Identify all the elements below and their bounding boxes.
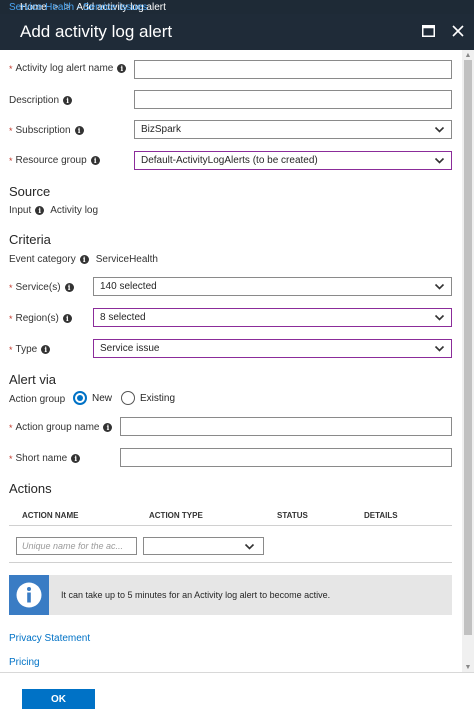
source-heading: Source — [9, 184, 51, 199]
breadcrumb: Home > Service Health - Service issues >… — [0, 0, 474, 14]
short-name-label: * Short name i — [9, 453, 81, 464]
required-asterisk: * — [9, 282, 13, 293]
subscription-label: * Subscription i — [9, 125, 84, 136]
resource-group-value: Default-ActivityLogAlerts (to be created… — [141, 155, 318, 166]
required-asterisk: * — [9, 422, 13, 433]
radio-existing[interactable]: Existing — [121, 391, 175, 405]
close-icon[interactable] — [450, 22, 466, 40]
alert-name-input[interactable] — [134, 60, 452, 79]
ok-button[interactable]: OK — [22, 689, 95, 709]
info-banner-icon-container — [9, 575, 49, 615]
privacy-statement-link[interactable]: Privacy Statement — [9, 633, 90, 644]
required-asterisk: * — [9, 313, 13, 324]
maximize-icon[interactable] — [420, 22, 436, 40]
input-value: Activity log — [50, 205, 99, 216]
radio-existing-indicator[interactable] — [121, 391, 135, 405]
divider — [9, 562, 452, 563]
info-banner: It can take up to 5 minutes for an Activ… — [9, 575, 452, 615]
action-group-name-label: * Action group name i — [9, 422, 113, 433]
action-name-input[interactable]: Unique name for the ac... — [16, 537, 137, 555]
scroll-up-icon[interactable]: ▲ — [462, 50, 474, 60]
event-category-label: Event category — [9, 254, 76, 265]
column-action-name: ACTION NAME — [22, 511, 79, 520]
chevron-down-icon — [434, 157, 445, 164]
type-label: * Type i — [9, 344, 51, 355]
subscription-select[interactable]: BizSpark — [134, 120, 452, 139]
alert-via-heading: Alert via — [9, 372, 56, 387]
required-asterisk: * — [9, 125, 13, 136]
regions-label: * Region(s) i — [9, 313, 72, 324]
description-label: Description i — [9, 95, 73, 106]
services-select[interactable]: 140 selected — [93, 277, 452, 296]
alert-name-label: * Activity log alert name i — [9, 63, 127, 74]
vertical-scrollbar[interactable]: ▲ ▼ — [462, 50, 474, 672]
scroll-down-icon[interactable]: ▼ — [462, 662, 474, 672]
required-asterisk: * — [9, 453, 13, 464]
info-banner-text: It can take up to 5 minutes for an Activ… — [61, 590, 331, 600]
column-action-type: ACTION TYPE — [149, 511, 203, 520]
chevron-down-icon — [244, 543, 255, 550]
info-icon[interactable]: i — [41, 345, 51, 354]
regions-select[interactable]: 8 selected — [93, 308, 452, 327]
info-icon[interactable]: i — [90, 156, 100, 165]
info-icon[interactable]: i — [35, 206, 45, 215]
page-title: Add activity log alert — [20, 22, 173, 41]
chevron-down-icon — [434, 314, 445, 321]
regions-value: 8 selected — [100, 312, 146, 323]
required-asterisk: * — [9, 344, 13, 355]
column-status: STATUS — [277, 511, 308, 520]
actions-table-header: ACTION NAME ACTION TYPE STATUS DETAILS — [9, 508, 452, 526]
required-asterisk: * — [9, 63, 13, 74]
info-icon[interactable]: i — [71, 454, 81, 463]
chevron-down-icon — [434, 345, 445, 352]
scroll-thumb[interactable] — [464, 60, 472, 635]
type-select[interactable]: Service issue — [93, 339, 452, 358]
chevron-down-icon — [434, 126, 445, 133]
services-label: * Service(s) i — [9, 282, 74, 293]
resource-group-select[interactable]: Default-ActivityLogAlerts (to be created… — [134, 151, 452, 170]
info-circle-icon — [16, 582, 42, 608]
info-icon[interactable]: i — [79, 255, 89, 264]
services-value: 140 selected — [100, 281, 157, 292]
required-asterisk: * — [9, 155, 13, 166]
actions-heading: Actions — [9, 481, 52, 496]
radio-new-label: New — [92, 392, 113, 404]
input-label: Input — [9, 205, 32, 216]
breadcrumb-service-health[interactable]: Service Health - Service issues — [9, 2, 147, 13]
chevron-down-icon — [434, 283, 445, 290]
radio-new[interactable]: New — [73, 391, 112, 405]
action-group-name-input[interactable] — [120, 417, 452, 436]
info-icon[interactable]: i — [63, 96, 73, 105]
criteria-heading: Criteria — [9, 232, 51, 247]
input-row: Input i Activity log — [9, 205, 98, 216]
pricing-link[interactable]: Pricing — [9, 657, 40, 668]
event-category-value: ServiceHealth — [95, 254, 158, 265]
blade-footer: OK — [0, 672, 474, 724]
type-value: Service issue — [100, 343, 160, 354]
action-group-label: Action group — [9, 394, 66, 405]
info-icon[interactable]: i — [62, 314, 72, 323]
blade-content: * Activity log alert name i Description … — [0, 50, 462, 672]
subscription-value: BizSpark — [141, 124, 182, 135]
info-icon[interactable]: i — [117, 64, 127, 73]
description-input[interactable] — [134, 90, 452, 109]
blade-header: Add activity log alert — [0, 14, 474, 50]
radio-new-indicator[interactable] — [73, 391, 87, 405]
info-icon[interactable]: i — [103, 423, 113, 432]
short-name-input[interactable] — [120, 448, 452, 467]
event-category-row: Event category i ServiceHealth — [9, 254, 158, 265]
action-type-select[interactable] — [143, 537, 264, 555]
radio-existing-label: Existing — [140, 392, 176, 404]
info-icon[interactable]: i — [74, 126, 84, 135]
column-details: DETAILS — [364, 511, 398, 520]
info-icon[interactable]: i — [64, 283, 74, 292]
resource-group-label: * Resource group i — [9, 155, 100, 166]
